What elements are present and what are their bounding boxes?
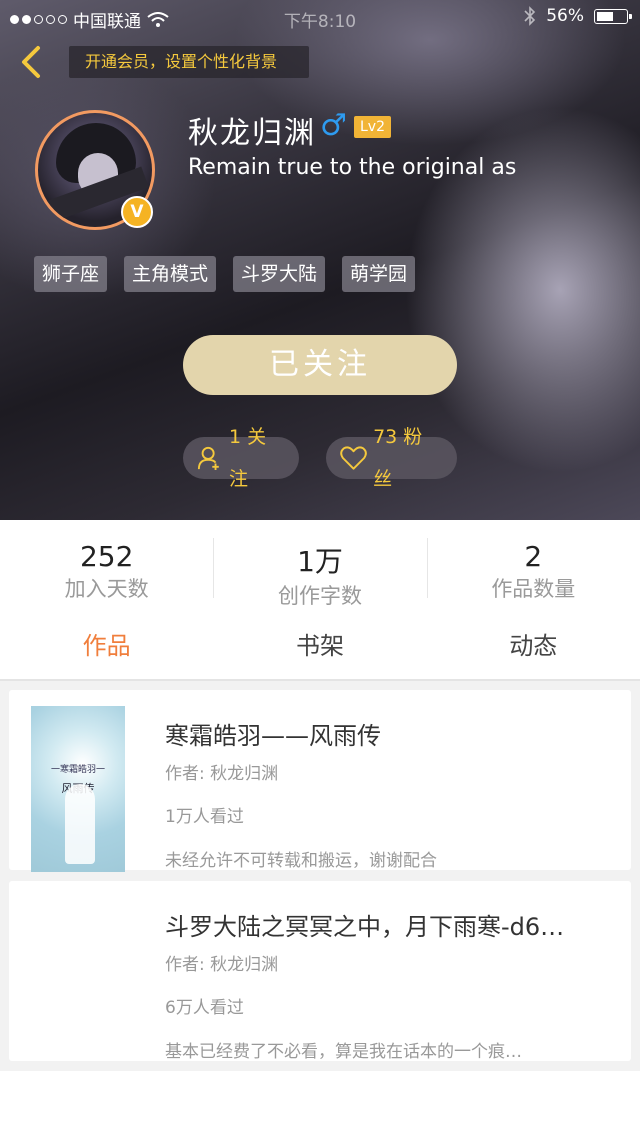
fans-count-button[interactable]: 73 粉丝 — [326, 426, 457, 490]
bluetooth-icon — [524, 6, 536, 26]
heart-icon — [340, 446, 367, 470]
book-cover[interactable]: 一寒霜皓羽一 风雨传 — [31, 706, 125, 872]
vip-background-prompt[interactable]: 开通会员，设置个性化背景 — [69, 46, 309, 78]
works-list: 一寒霜皓羽一 风雨传 寒霜皓羽——风雨传 作者: 秋龙归渊 1万人看过 未经允许… — [0, 681, 640, 1071]
profile-stats: 252 加入天数 1万 创作字数 2 作品数量 — [0, 520, 640, 615]
work-title: 斗罗大陆之冥冥之中，月下雨寒-d6… — [165, 913, 565, 941]
work-author: 作者: 秋龙归渊 — [165, 955, 279, 975]
stat-words-written: 1万 创作字数 — [213, 520, 426, 615]
stat-works-count: 2 作品数量 — [426, 520, 640, 615]
battery-icon — [594, 8, 632, 24]
following-count: 1 关注 — [228, 426, 267, 490]
tab-bookshelf[interactable]: 书架 — [213, 615, 426, 679]
cover-subtitle: 一寒霜皓羽一 — [50, 765, 105, 775]
stat-days-joined: 252 加入天数 — [0, 520, 213, 615]
tab-activity[interactable]: 动态 — [427, 615, 640, 679]
following-count-button[interactable]: 1 关注 — [183, 426, 299, 490]
stat-label: 创作字数 — [277, 584, 362, 608]
work-description: 未经允许不可转载和搬运，谢谢配合 — [165, 851, 437, 871]
fans-count: 73 粉丝 — [373, 426, 423, 490]
tag-item[interactable]: 狮子座 — [34, 256, 108, 292]
work-title: 寒霜皓羽——风雨传 — [165, 722, 381, 750]
add-user-icon — [197, 446, 219, 471]
profile-tabs: 作品 书架 动态 — [0, 615, 640, 681]
work-views: 1万人看过 — [165, 807, 244, 827]
stat-value: 252 — [79, 540, 134, 573]
username: 秋龙归渊 — [188, 116, 316, 151]
tab-works[interactable]: 作品 — [0, 615, 213, 679]
work-description: 基本已经费了不必看，算是我在话本的一个痕… — [165, 1042, 522, 1062]
stat-value: 1万 — [297, 545, 343, 578]
tag-list: 狮子座 主角模式 斗罗大陆 萌学园 — [34, 256, 416, 292]
list-item[interactable]: 斗罗大陆之冥冥之中，月下雨寒-d6… 作者: 秋龙归渊 6万人看过 基本已经费了… — [9, 881, 631, 1062]
male-gender-icon: ♂ — [320, 108, 347, 143]
profile-header: 中国联通 下午8:10 56% 开通会员，设置个性化背景 V 秋龙归渊 ♂ Lv… — [0, 0, 640, 520]
back-chevron-icon[interactable] — [14, 44, 48, 80]
verified-badge: V — [121, 196, 153, 228]
stat-label: 作品数量 — [491, 577, 576, 601]
status-bar: 中国联通 下午8:10 56% — [0, 0, 640, 34]
tag-item[interactable]: 主角模式 — [124, 256, 217, 292]
battery-percent: 56% — [546, 6, 584, 26]
level-badge: Lv2 — [354, 116, 391, 138]
work-views: 6万人看过 — [165, 998, 244, 1018]
user-signature: Remain true to the original as — [188, 155, 517, 180]
followed-button[interactable]: 已关注 — [183, 335, 457, 395]
tag-item[interactable]: 斗罗大陆 — [233, 256, 326, 292]
stat-label: 加入天数 — [64, 577, 149, 601]
stat-value: 2 — [524, 540, 543, 573]
tag-item[interactable]: 萌学园 — [342, 256, 416, 292]
work-author: 作者: 秋龙归渊 — [165, 764, 279, 784]
list-item[interactable]: 一寒霜皓羽一 风雨传 寒霜皓羽——风雨传 作者: 秋龙归渊 1万人看过 未经允许… — [9, 690, 631, 872]
